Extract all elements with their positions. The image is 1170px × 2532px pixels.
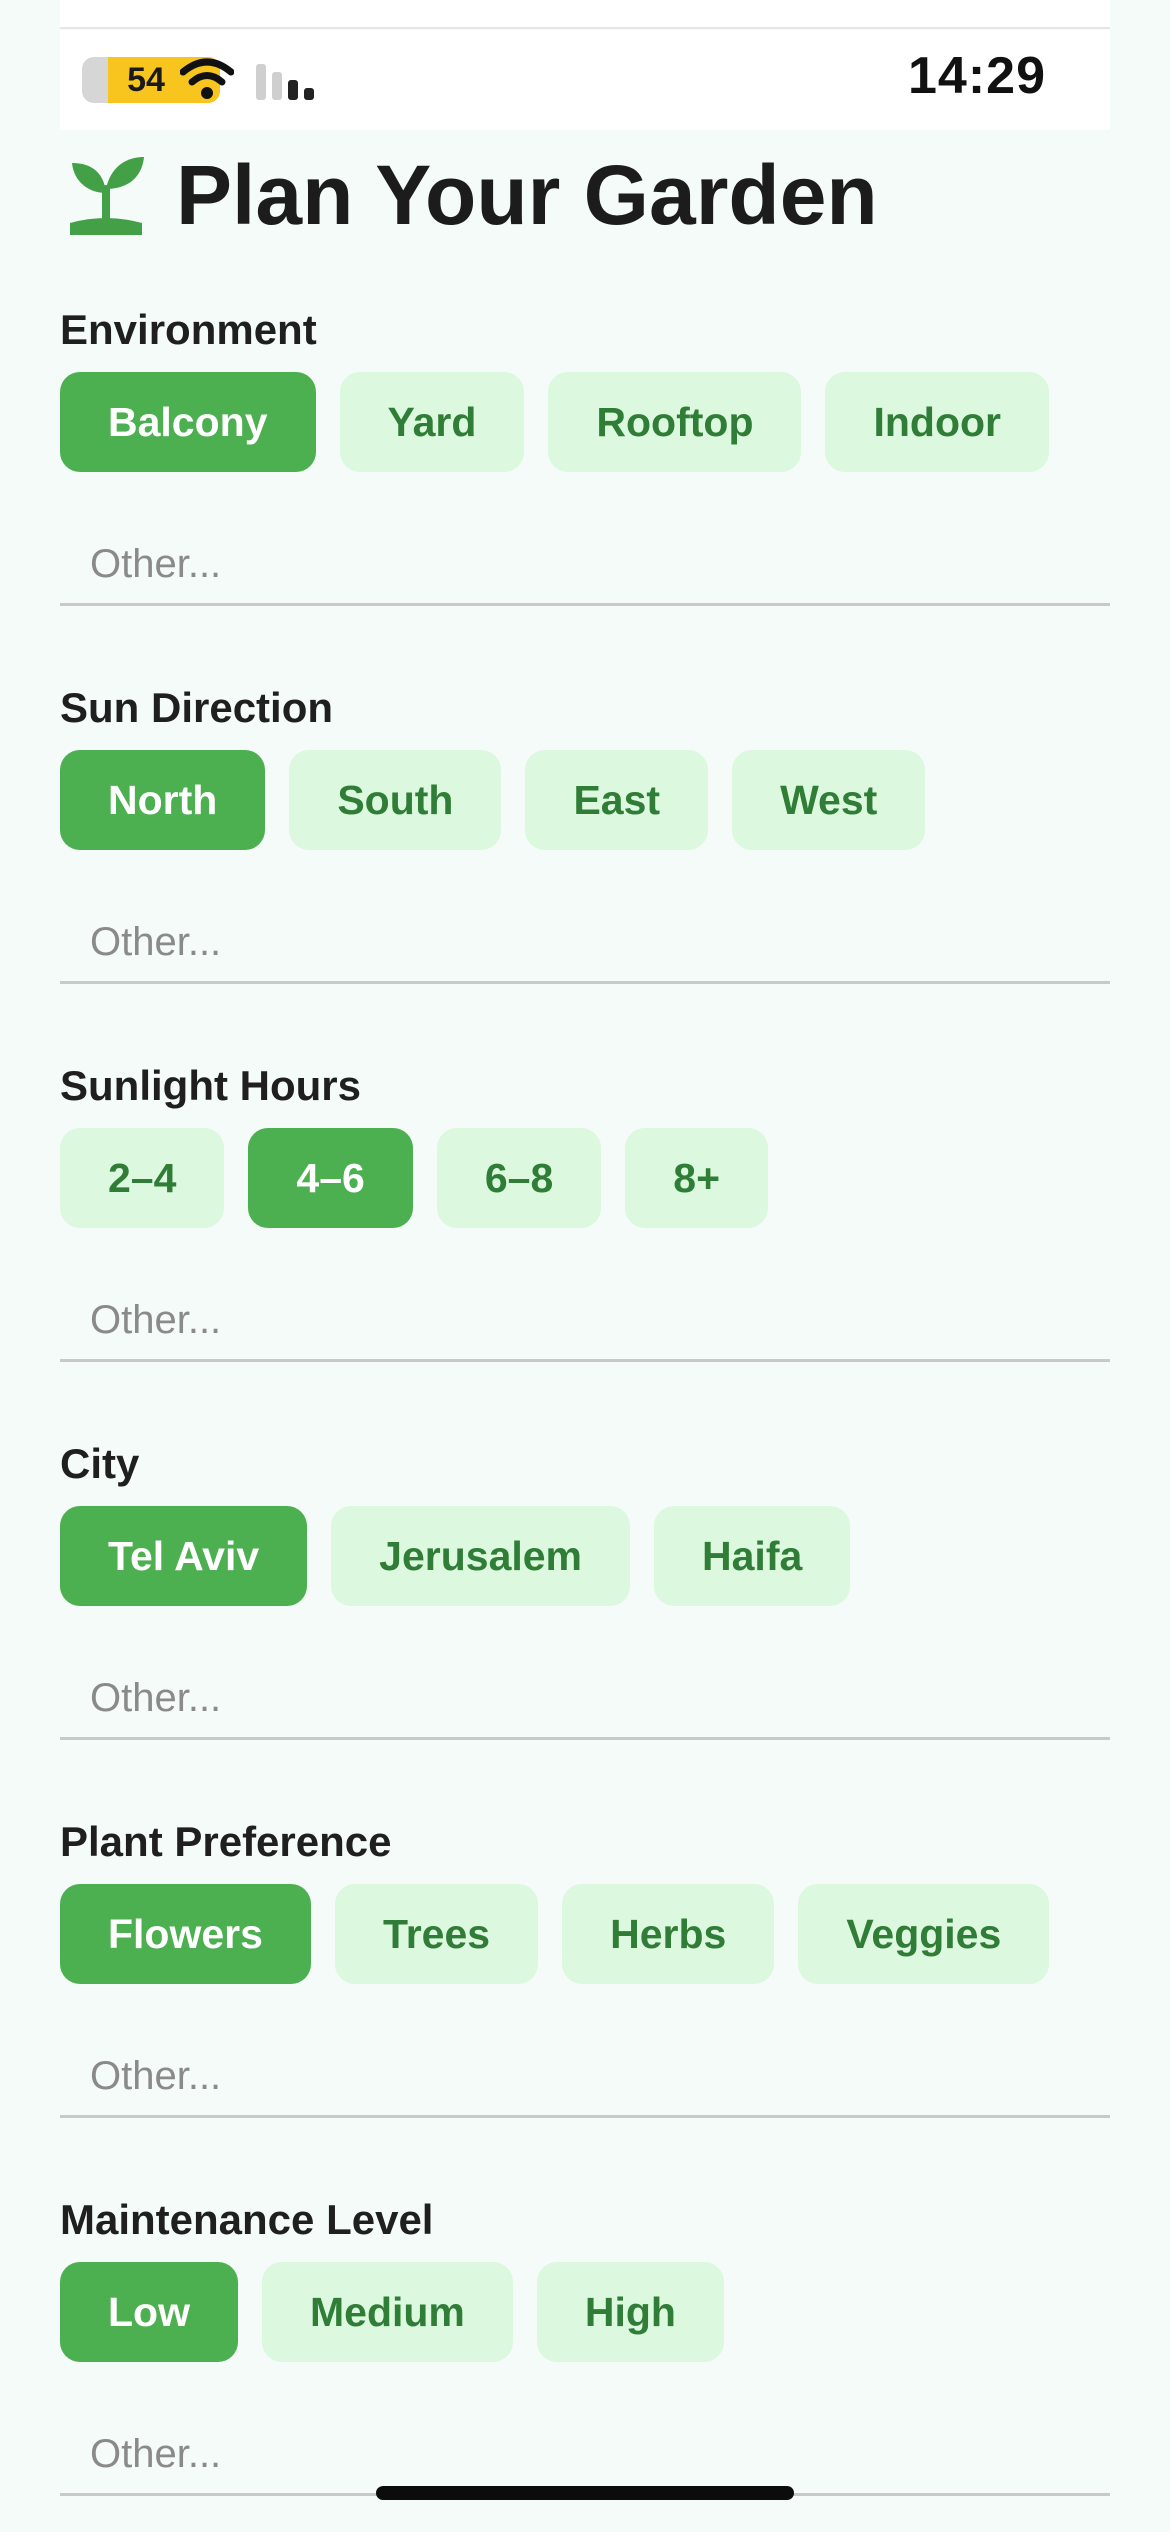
section-label: City (60, 1440, 140, 1487)
other-input[interactable]: Other... (60, 2034, 1110, 2118)
section-plant-preference: Plant Preference Flowers Trees Herbs Veggies… (60, 1812, 1110, 2118)
chip-option[interactable]: 4–6 (248, 1128, 413, 1228)
other-input[interactable]: Other... (60, 1278, 1110, 1362)
section-sun-direction: Sun Direction North South East West Other... (60, 678, 1110, 984)
chip-option[interactable]: Herbs (562, 1884, 775, 1984)
chip-option[interactable]: 2–4 (60, 1128, 225, 1228)
chip-option[interactable]: South (289, 750, 502, 850)
chip-group: Flowers Trees Herbs Veggies (60, 1884, 1110, 1984)
chip-group: North South East West (60, 750, 1110, 850)
chip-option[interactable]: Indoor (825, 372, 1050, 472)
other-input[interactable]: Other... (60, 522, 1110, 606)
status-time: 14:29 (908, 47, 1046, 105)
chip-option[interactable]: Trees (334, 1884, 539, 1984)
chip-option[interactable]: Tel Aviv (60, 1506, 308, 1606)
chip-option[interactable]: Haifa (654, 1506, 851, 1606)
chip-group: Balcony Yard Rooftop Indoor (60, 372, 1110, 472)
chip-option[interactable]: Medium (261, 2262, 513, 2362)
chip-option[interactable]: High (536, 2262, 724, 2362)
chip-option[interactable]: Yard (339, 372, 525, 472)
chip-option[interactable]: 8+ (625, 1128, 769, 1228)
chip-option[interactable]: North (60, 750, 266, 850)
chip-option[interactable]: East (525, 750, 709, 850)
chip-option[interactable]: Balcony (60, 372, 316, 472)
cellular-signal-icon (256, 64, 314, 100)
home-indicator (376, 2486, 794, 2500)
chip-option[interactable]: Veggies (798, 1884, 1050, 1984)
chip-group: Tel Aviv Jerusalem Haifa (60, 1506, 1110, 1606)
chip-group: 2–4 4–6 6–8 8+ (60, 1128, 1110, 1228)
section-label: Sunlight Hours (60, 1062, 361, 1109)
other-input[interactable]: Other... (60, 1656, 1110, 1740)
top-strip (60, 0, 1110, 29)
chip-option[interactable]: Low (60, 2262, 238, 2362)
section-sunlight-hours: Sunlight Hours 2–4 4–6 6–8 8+ Other... (60, 1056, 1110, 1362)
other-input[interactable]: Other... (60, 2412, 1110, 2496)
section-city: City Tel Aviv Jerusalem Haifa Other... (60, 1434, 1110, 1740)
chip-group: Low Medium High (60, 2262, 1110, 2362)
status-bar: 54 14:29 (60, 30, 1110, 130)
page-title: Plan Your Garden (176, 147, 878, 242)
chip-option[interactable]: Rooftop (548, 372, 802, 472)
other-input[interactable]: Other... (60, 900, 1110, 984)
section-environment: Environment Balcony Yard Rooftop Indoor Other… (60, 300, 1110, 606)
chip-option[interactable]: West (732, 750, 926, 850)
page-header: Plan Your Garden (60, 140, 878, 250)
section-label: Environment (60, 306, 317, 353)
chip-option[interactable]: 6–8 (436, 1128, 602, 1228)
section-label: Maintenance Level (60, 2196, 434, 2243)
section-label: Plant Preference (60, 1818, 392, 1865)
chip-option[interactable]: Flowers (60, 1884, 311, 1984)
sprout-icon (70, 157, 144, 235)
section-label: Sun Direction (60, 684, 334, 731)
section-maintenance-level: Maintenance Level Low Medium High Other... (60, 2190, 1110, 2496)
chip-option[interactable]: Jerusalem (331, 1506, 631, 1606)
wifi-icon (180, 58, 234, 99)
